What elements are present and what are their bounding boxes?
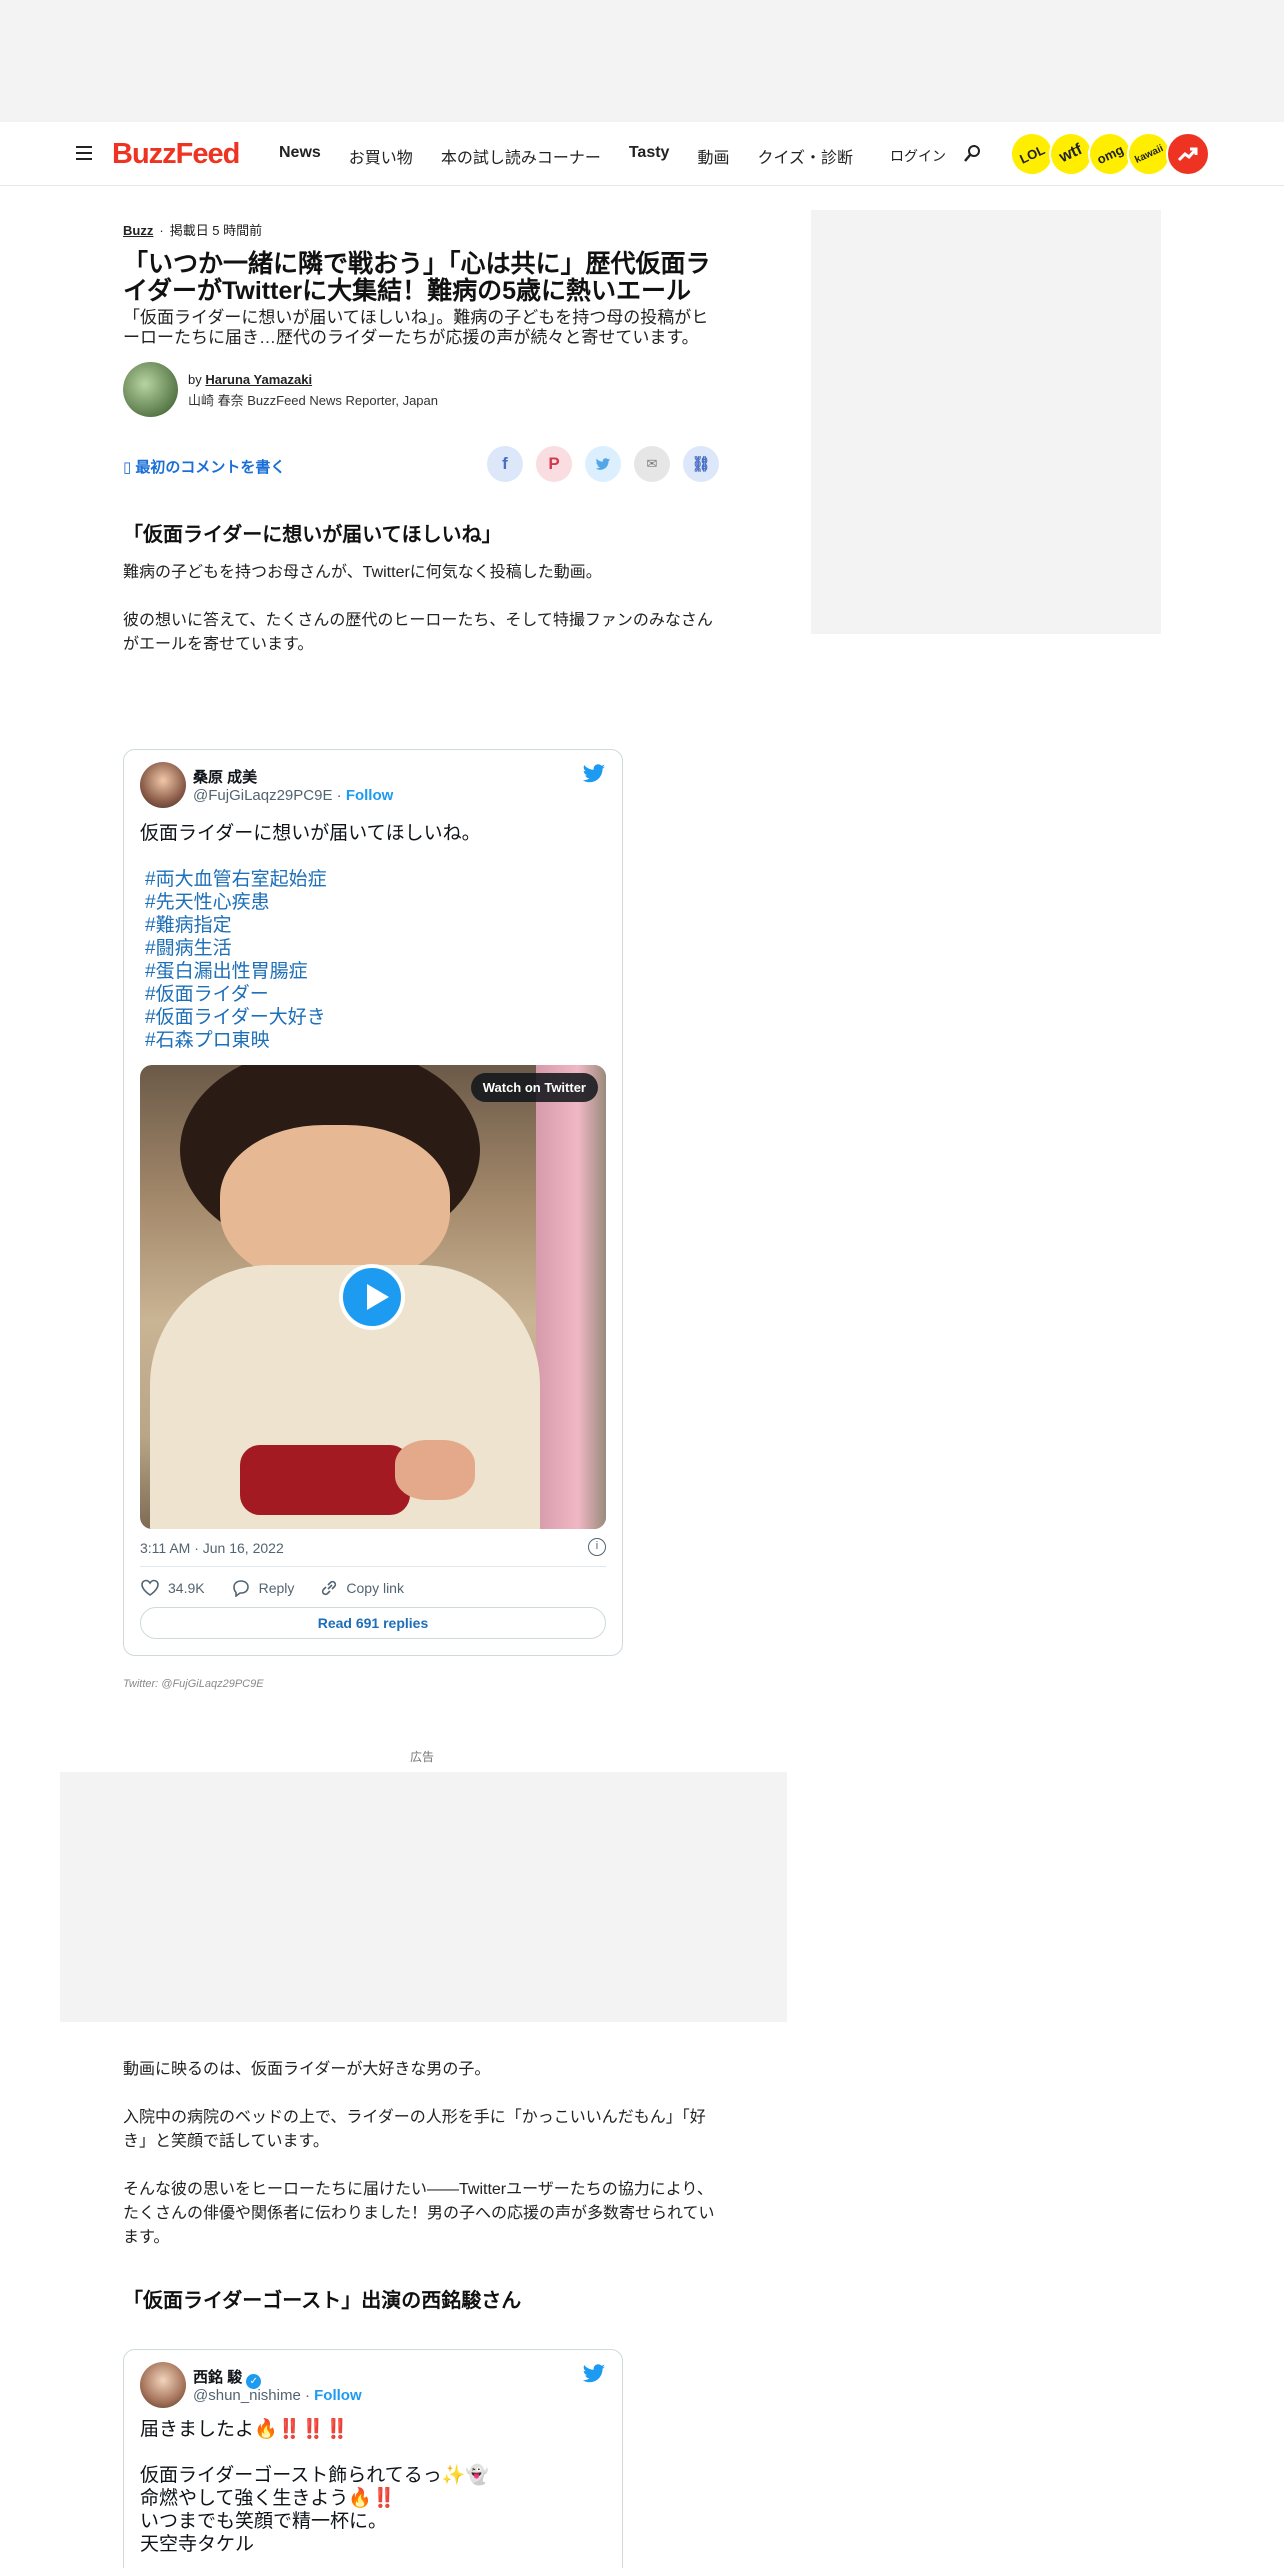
- reply-label: Reply: [258, 1580, 295, 1596]
- top-ad-banner: [0, 0, 1284, 122]
- reply-button[interactable]: Reply: [231, 1579, 295, 1597]
- video-frame-hand: [395, 1440, 475, 1500]
- article-title: 「いつか一緒に隣で戦おう」「心は共に」歴代仮面ライダーがTwitterに大集結！…: [123, 250, 711, 305]
- ad-label: 広告: [410, 1750, 435, 1764]
- link-icon: [322, 1580, 337, 1596]
- tweet-line: いつまでも笑顔で精一杯に。: [140, 2511, 388, 2532]
- embedded-tweet-2[interactable]: 西銘 駿 ✓ @shun_nishime · Follow 届きましたよ🔥‼️‼…: [123, 2349, 623, 2568]
- video-frame-face: [220, 1125, 450, 1285]
- paragraph-3: 動画に映るのは、仮面ライダーが大好きな男の子。: [123, 2061, 491, 2078]
- paragraph-2: 彼の想いに答えて、たくさんの歴代のヒーローたち、そして特撮ファンのみなさんがエー…: [123, 612, 713, 653]
- twitter-bird-icon[interactable]: [582, 764, 606, 784]
- article-lede: 「仮面ライダーに想いが届いてほしいね」。難病の子どもを持つ母の投稿がヒーローたち…: [123, 308, 709, 347]
- sidebar-ad: [811, 210, 1161, 634]
- nav-link-news[interactable]: News: [279, 144, 321, 168]
- copy-link-button[interactable]: Copy link: [320, 1579, 404, 1597]
- byline-prefix: by: [188, 372, 202, 387]
- heart-icon: [141, 1579, 159, 1596]
- comment-link[interactable]: ▯ 最初のコメントを書く: [123, 456, 285, 477]
- section-heading-2: 「仮面ライダーゴースト」出演の西銘駿さん: [123, 2290, 522, 2312]
- share-row: ▯ 最初のコメントを書く f P ✉ ⛓: [123, 446, 723, 482]
- twitter-bird-icon[interactable]: [582, 2364, 606, 2384]
- read-replies-button[interactable]: Read 691 replies: [140, 1607, 606, 1639]
- author-avatar[interactable]: [123, 362, 178, 417]
- facebook-share-icon[interactable]: f: [487, 446, 523, 482]
- tweet-timestamp[interactable]: 3:11 AM · Jun 16, 2022: [140, 1540, 284, 1556]
- search-icon[interactable]: [963, 144, 981, 164]
- hashtag[interactable]: #仮面ライダー: [145, 983, 327, 1006]
- inline-ad: [60, 1772, 787, 2022]
- buzzfeed-logo[interactable]: BuzzFeed: [112, 138, 240, 171]
- nav-link-shopping[interactable]: お買い物: [349, 144, 413, 168]
- tweet-line: 天空寺タケル: [140, 2534, 255, 2555]
- paragraph-4: 入院中の病院のベッドの上で、ライダーの人形を手に「かっこいいんだもん」「好き」と…: [123, 2109, 706, 2150]
- nav-link-quizzes[interactable]: クイズ・診断: [757, 144, 853, 168]
- section-heading-1: 「仮面ライダーに想いが届いてほしいね」: [123, 524, 502, 546]
- author-name[interactable]: Haruna Yamazaki: [205, 372, 312, 387]
- hashtag[interactable]: #両大血管右室起始症: [145, 868, 327, 891]
- tweet-author-name[interactable]: 西銘 駿 ✓: [193, 2366, 262, 2389]
- tweet-actions: 34.9K Reply Copy link: [140, 1579, 430, 1597]
- tweet-author-name[interactable]: 桑原 成美: [193, 766, 257, 787]
- menu-icon[interactable]: [76, 146, 92, 160]
- like-count: 34.9K: [168, 1580, 205, 1596]
- email-share-icon[interactable]: ✉: [634, 446, 670, 482]
- trending-icon[interactable]: [1166, 132, 1210, 176]
- top-nav: BuzzFeed News お買い物 本の試し読みコーナー Tasty 動画 ク…: [0, 122, 1284, 186]
- pinterest-share-icon[interactable]: P: [536, 446, 572, 482]
- tweet-line: 仮面ライダーゴースト飾られてるっ✨👻: [140, 2465, 490, 2486]
- paragraph-5: そんな彼の思いをヒーローたちに届けたい――Twitterユーザーたちの協力により…: [123, 2181, 715, 2246]
- tweet-line: [140, 2441, 489, 2464]
- breadcrumb: Buzz · 掲載日 5 時間前: [123, 223, 263, 238]
- video-frame-toy: [240, 1445, 410, 1515]
- hashtag[interactable]: #仮面ライダー大好き: [145, 1006, 327, 1029]
- info-icon[interactable]: i: [588, 1538, 606, 1556]
- nav-link-books[interactable]: 本の試し読みコーナー: [441, 144, 601, 168]
- play-icon[interactable]: [339, 1264, 405, 1330]
- tweet-text: 届きましたよ🔥‼️‼️‼️ 仮面ライダーゴースト飾られてるっ✨👻 命燃やして強く…: [140, 2418, 489, 2556]
- tweet-author-avatar[interactable]: [140, 2362, 186, 2408]
- hashtag[interactable]: #難病指定: [145, 914, 327, 937]
- category-link[interactable]: Buzz: [123, 223, 153, 238]
- tweet-line: 命燃やして強く生きよう🔥‼️: [140, 2488, 396, 2509]
- author-role: 山崎 春奈 BuzzFeed News Reporter, Japan: [188, 393, 438, 408]
- tweet-hashtags: #両大血管右室起始症 #先天性心疾患 #難病指定 #闘病生活 #蛋白漏出性胃腸症…: [145, 868, 327, 1052]
- copy-link-label: Copy link: [346, 1580, 404, 1596]
- tweet-credit: Twitter: @FujGiLaqz29PC9E: [123, 1678, 264, 1690]
- tweet-author-handle[interactable]: @shun_nishime · Follow: [193, 2387, 362, 2404]
- follow-link[interactable]: Follow: [346, 787, 394, 804]
- article-body-2: 動画に映るのは、仮面ライダーが大好きな男の子。 入院中の病院のベッドの上で、ライ…: [123, 2058, 723, 2313]
- tweet-author-handle[interactable]: @FujGiLaqz29PC9E · Follow: [193, 787, 393, 804]
- hashtag[interactable]: #蛋白漏出性胃腸症: [145, 960, 327, 983]
- nav-links: News お買い物 本の試し読みコーナー Tasty 動画 クイズ・診断: [279, 144, 881, 168]
- hashtag[interactable]: #闘病生活: [145, 937, 327, 960]
- posted-time: 掲載日 5 時間前: [169, 223, 263, 238]
- tweet-divider: [140, 1566, 606, 1567]
- watch-on-twitter-button[interactable]: Watch on Twitter: [470, 1073, 598, 1102]
- tweet-line: 届きましたよ🔥‼️‼️‼️: [140, 2419, 349, 2440]
- like-button[interactable]: 34.9K: [140, 1579, 205, 1597]
- tweet-text: 仮面ライダーに想いが届いてほしいね。: [140, 823, 481, 844]
- video-frame-bg: [536, 1065, 606, 1529]
- nav-link-videos[interactable]: 動画: [697, 144, 729, 168]
- hashtag[interactable]: #石森プロ東映: [145, 1029, 327, 1052]
- twitter-share-icon[interactable]: [585, 446, 621, 482]
- copy-link-icon[interactable]: ⛓: [683, 446, 719, 482]
- tweet-video[interactable]: Watch on Twitter: [140, 1065, 606, 1529]
- article-header: Buzz · 掲載日 5 時間前 「いつか一緒に隣で戦おう」「心は共に」歴代仮面ライ…: [123, 220, 723, 657]
- embedded-tweet-1[interactable]: 桑原 成美 @FujGiLaqz29PC9E · Follow 仮面ライダーに想…: [123, 749, 623, 1656]
- byline: by Haruna Yamazaki 山崎 春奈 BuzzFeed News R…: [123, 362, 723, 418]
- hashtag[interactable]: #先天性心疾患: [145, 891, 327, 914]
- paragraph-1: 難病の子どもを持つお母さんが、Twitterに何気なく投稿した動画。: [123, 564, 602, 581]
- login-link[interactable]: ログイン: [890, 146, 946, 166]
- tweet-author-avatar[interactable]: [140, 762, 186, 808]
- follow-link[interactable]: Follow: [314, 2387, 362, 2404]
- reply-icon: [232, 1580, 249, 1597]
- nav-link-tasty[interactable]: Tasty: [629, 144, 670, 168]
